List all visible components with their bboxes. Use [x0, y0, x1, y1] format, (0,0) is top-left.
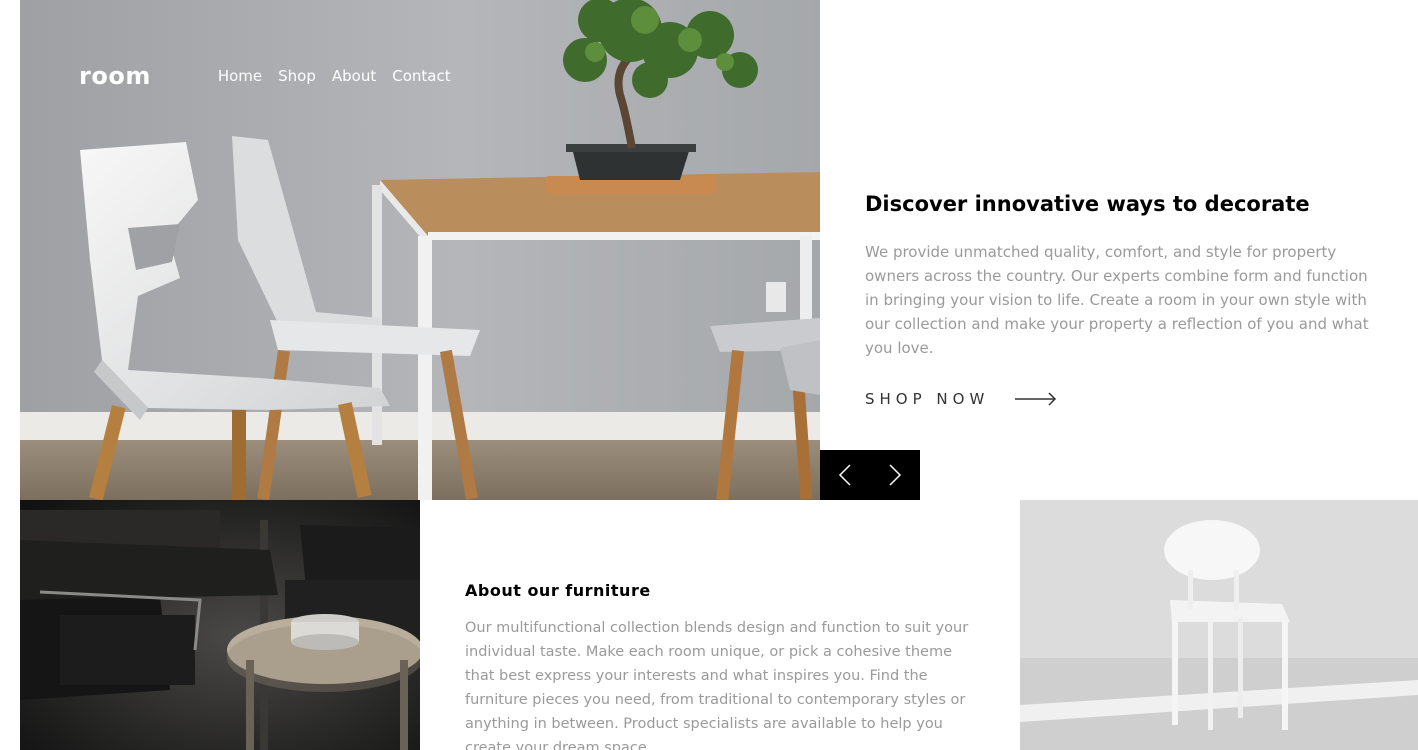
nav-home-link[interactable]: Home [218, 62, 262, 90]
nav-shop-link[interactable]: Shop [278, 62, 316, 90]
chevron-left-icon [838, 464, 851, 486]
top-nav: room Home Shop About Contact [79, 62, 451, 90]
about-description: Our multifunctional collection blends de… [465, 620, 969, 750]
shop-now-label: SHOP NOW [865, 390, 990, 408]
nav-contact-link[interactable]: Contact [392, 62, 450, 90]
white-chair-image [1020, 500, 1418, 750]
slider-next-button[interactable] [870, 450, 920, 500]
nav-menu: Home Shop About Contact [218, 62, 451, 90]
shop-now-button[interactable]: SHOP NOW [865, 390, 1385, 408]
hero-title: Discover innovative ways to decorate [865, 192, 1310, 216]
brand-logo[interactable]: room [79, 62, 151, 90]
about-title: About our furniture [465, 581, 651, 600]
nav-about-link[interactable]: About [332, 62, 376, 90]
slider-prev-button[interactable] [820, 450, 870, 500]
slider-controls [820, 450, 920, 500]
hero-description: We provide unmatched quality, comfort, a… [865, 243, 1369, 357]
hero-content: Discover innovative ways to decorate We … [865, 190, 1385, 408]
chevron-right-icon [889, 464, 902, 486]
dark-furniture-image [20, 500, 420, 750]
about-section: About our furniture Our multifunctional … [465, 580, 975, 750]
arrow-right-icon [1015, 392, 1057, 406]
